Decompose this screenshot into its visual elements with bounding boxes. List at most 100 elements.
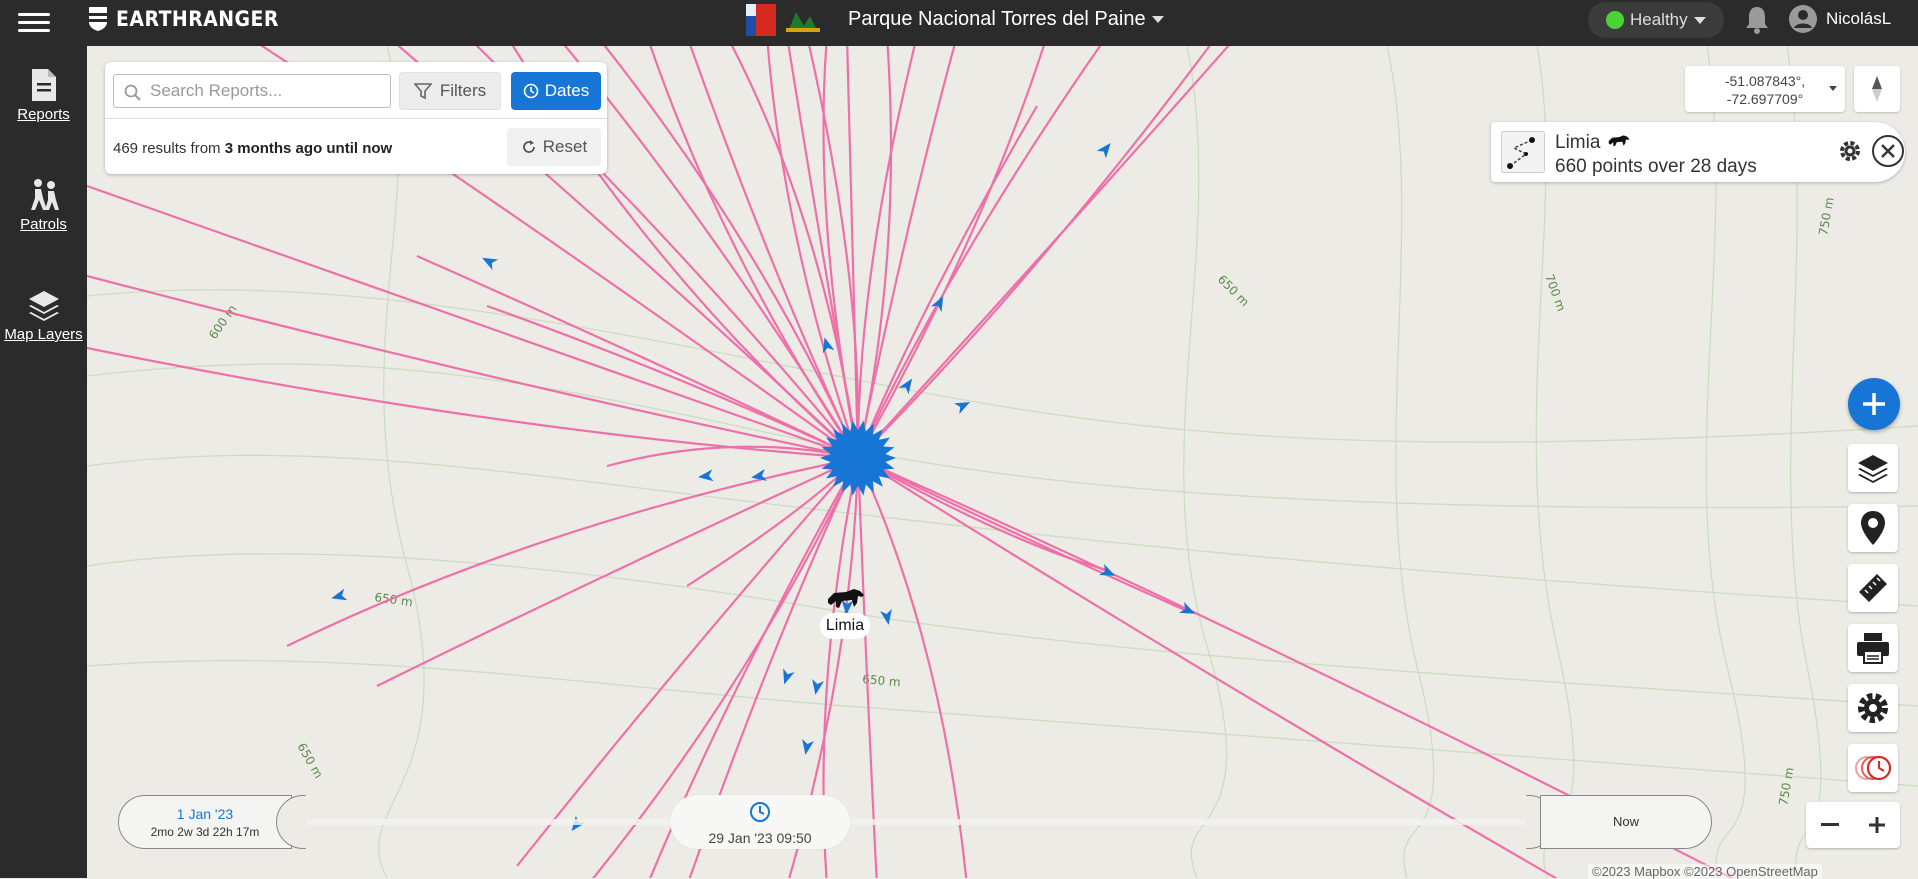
gear-icon [1858,693,1888,723]
track-segment [486,304,859,459]
track-segment [87,346,859,460]
track-arrow [482,257,499,271]
track-segment [857,46,1102,459]
chevron-down-icon [1829,86,1837,91]
menu-icon[interactable] [18,8,50,36]
measure-button[interactable] [1848,564,1898,612]
zoom-in-button[interactable] [1853,802,1900,848]
compass-icon [1872,76,1882,102]
reports-panel: Filters Dates 469 results from 3 months … [105,62,607,174]
track-arrow [331,588,348,601]
gear-icon[interactable] [1837,138,1863,164]
history-clock-icon [1855,755,1892,781]
layers-icon [28,291,59,321]
results-range: 3 months ago until now [224,140,393,157]
sidebar-item-map-layers[interactable]: Map Layers [0,288,87,344]
logo: EARTHRANGER [88,6,297,32]
longitude: -72.697709° [1726,91,1804,107]
track-arrows [331,142,1196,832]
timeline-current-handle[interactable]: 29 Jan '23 09:50 [670,795,850,849]
minus-icon [1820,823,1839,826]
track-segment [87,274,859,460]
conaf-logo-icon [786,12,820,32]
puma-icon[interactable] [824,583,868,611]
track-card: Limia 660 points over 28 days [1491,122,1905,182]
sidebar-item-label: Patrols [20,216,67,233]
sidebar-item-label: Map Layers [4,326,83,343]
reset-button[interactable]: Reset [507,128,601,166]
search-input[interactable] [148,81,378,101]
timeline-current-date: 29 Jan '23 09:50 [708,830,812,846]
track-arrow [698,469,714,482]
map-pin-icon [1861,511,1885,545]
results-count: 469 results from [113,140,221,157]
user-menu[interactable]: NicolásL [1788,4,1891,34]
track-segment [857,46,1230,459]
coordinates-display[interactable]: -51.087843°, -72.697709° [1685,66,1845,112]
filters-label: Filters [439,81,487,100]
document-icon [31,69,56,101]
puma-icon [1608,135,1629,147]
close-icon[interactable] [1871,134,1905,168]
compass-button[interactable] [1854,66,1900,112]
sidebar-item-reports[interactable]: Reports [0,68,87,124]
track-segment [857,457,1558,878]
contour-label: 650 m [1215,272,1252,309]
timeline-track[interactable] [280,819,1580,825]
sidebar: Reports Patrols Map Layers [0,46,87,878]
park-title: Parque Nacional Torres del Paine [848,8,1146,30]
printer-icon [1857,633,1889,664]
sidebar-item-label: Reports [17,106,70,123]
track-arrow [1096,142,1111,159]
divider [105,118,607,119]
map-attribution[interactable]: ©2023 Mapbox ©2023 OpenStreetMap [1588,864,1822,879]
track-path-icon [1507,137,1535,169]
animal-label[interactable]: Limia [820,613,870,639]
time-slider-button[interactable] [1848,744,1898,792]
hikers-icon [30,179,59,210]
plus-icon [1868,817,1885,833]
filter-icon [413,83,432,100]
ruler-icon [1859,574,1887,602]
latitude: -51.087843°, [1724,73,1806,89]
clock-icon [750,802,770,822]
search-box[interactable] [113,74,391,108]
track-name-text: Limia [1555,132,1601,153]
filters-button[interactable]: Filters [399,72,501,110]
timeline-start-date: 1 Jan '23 [176,806,234,822]
track-segment [857,46,1045,459]
refresh-icon [522,140,535,153]
timeline-start-relative: 2mo 2w 3d 22h 17m [150,825,260,839]
bell-icon[interactable] [1742,4,1772,36]
timeline-end-handle[interactable]: Now [1540,795,1712,849]
timeline-start-handle[interactable]: 1 Jan '23 2mo 2w 3d 22h 17m [118,795,292,849]
track-summary: 660 points over 28 days [1555,156,1757,177]
sidebar-item-patrols[interactable]: Patrols [0,178,87,234]
earthranger-shield-icon [89,7,107,31]
track-cluster[interactable] [832,432,884,484]
top-bar: EARTHRANGER Parque Nacional Torres del P… [0,0,1918,46]
health-status-button[interactable]: Healthy [1588,2,1724,38]
track-name: Limia [1555,132,1632,154]
track-segment [376,457,859,687]
contour-labels: 650 m 600 m 700 m 750 m 650 m 650 m 650 … [206,196,1837,806]
health-indicator-icon [1606,11,1624,29]
timeline-end-label: Now [1612,814,1639,829]
dates-button[interactable]: Dates [511,72,601,110]
reset-label: Reset [542,137,588,156]
track-arrow [812,679,824,695]
map-layers-button[interactable] [1848,444,1898,492]
settings-button[interactable] [1848,684,1898,732]
track-arrow [1179,602,1196,614]
results-summary: 469 results from 3 months ago until now [113,140,392,157]
print-button[interactable] [1848,624,1898,672]
dates-label: Dates [544,81,590,100]
clock-icon [523,83,539,99]
add-report-button[interactable] [1848,378,1900,430]
partner-logos [742,2,822,38]
chile-crest-icon [742,2,780,38]
park-selector[interactable]: Parque Nacional Torres del Paine [848,8,1164,31]
drop-pin-button[interactable] [1848,504,1898,552]
zoom-out-button[interactable] [1806,802,1853,848]
contour-label: 750 m [1816,196,1836,236]
